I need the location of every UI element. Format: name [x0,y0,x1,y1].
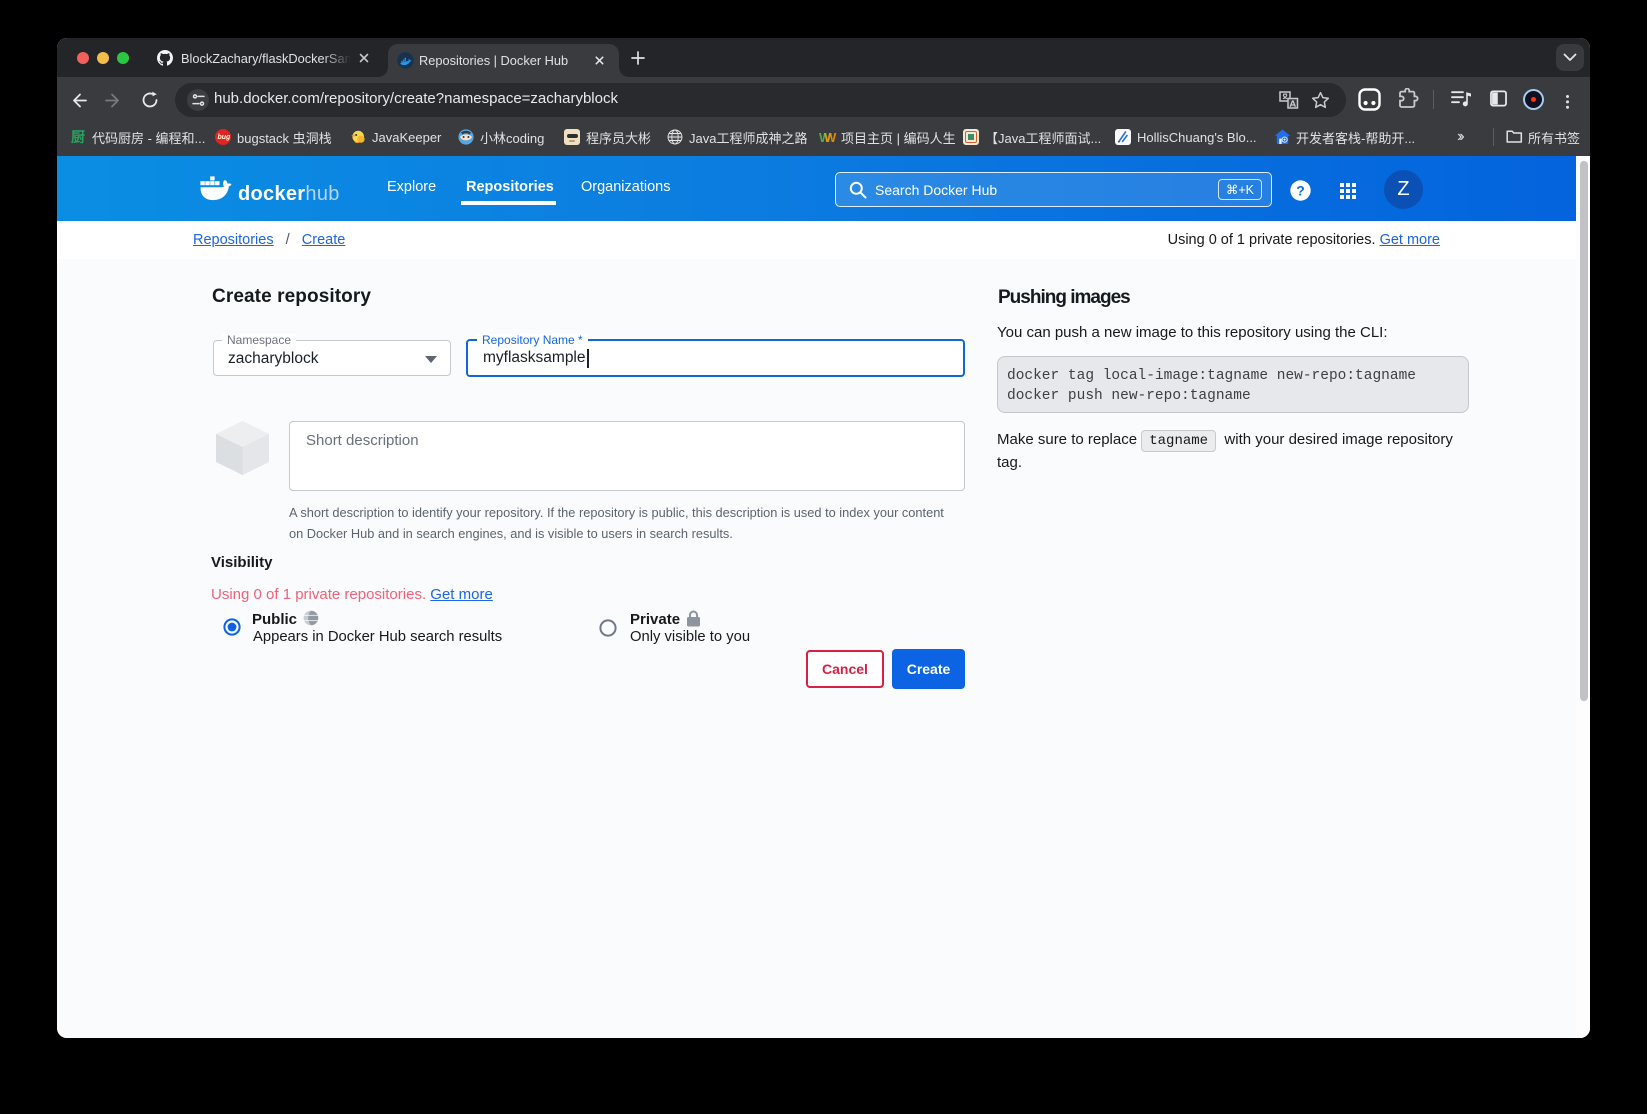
svg-text:?: ? [1296,182,1305,198]
